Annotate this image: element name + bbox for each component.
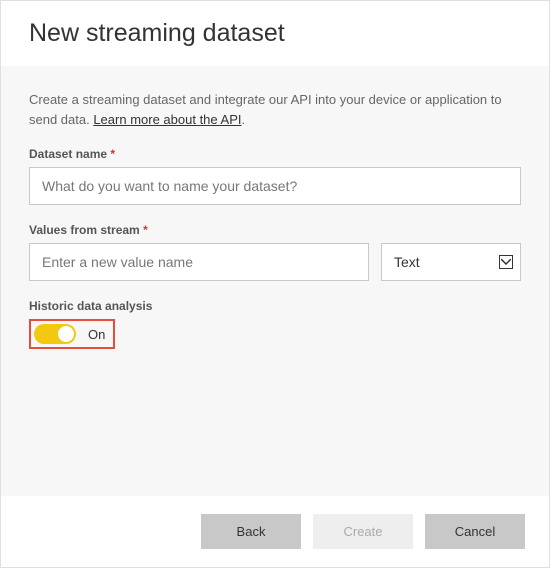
values-from-stream-label: Values from stream * <box>29 223 521 237</box>
historic-toggle-state: On <box>88 327 105 342</box>
historic-data-label: Historic data analysis <box>29 299 521 313</box>
new-streaming-dataset-dialog: New streaming dataset Create a streaming… <box>0 0 550 568</box>
highlight-annotation: On <box>29 319 115 349</box>
values-from-stream-label-text: Values from stream <box>29 223 140 237</box>
value-type-select[interactable]: Text <box>381 243 521 281</box>
value-name-input[interactable] <box>29 243 369 281</box>
value-type-select-wrapper: Text <box>381 243 521 281</box>
dataset-name-label: Dataset name * <box>29 147 521 161</box>
back-button[interactable]: Back <box>201 514 301 549</box>
historic-toggle[interactable] <box>34 324 76 344</box>
dialog-title: New streaming dataset <box>29 19 521 48</box>
cancel-button[interactable]: Cancel <box>425 514 525 549</box>
values-from-stream-field: Values from stream * Text <box>29 223 521 281</box>
dialog-footer: Back Create Cancel <box>1 496 549 567</box>
intro-text: Create a streaming dataset and integrate… <box>29 90 521 129</box>
values-row: Text <box>29 243 521 281</box>
required-mark: * <box>143 223 148 237</box>
dialog-content: Create a streaming dataset and integrate… <box>1 66 549 496</box>
intro-text-after: . <box>241 112 245 127</box>
dataset-name-field: Dataset name * <box>29 147 521 205</box>
toggle-knob <box>58 326 74 342</box>
dialog-header: New streaming dataset <box>1 1 549 66</box>
create-button[interactable]: Create <box>313 514 413 549</box>
required-mark: * <box>110 147 115 161</box>
dataset-name-input[interactable] <box>29 167 521 205</box>
historic-data-field: Historic data analysis On <box>29 299 521 349</box>
learn-more-link[interactable]: Learn more about the API <box>93 112 241 127</box>
dataset-name-label-text: Dataset name <box>29 147 107 161</box>
